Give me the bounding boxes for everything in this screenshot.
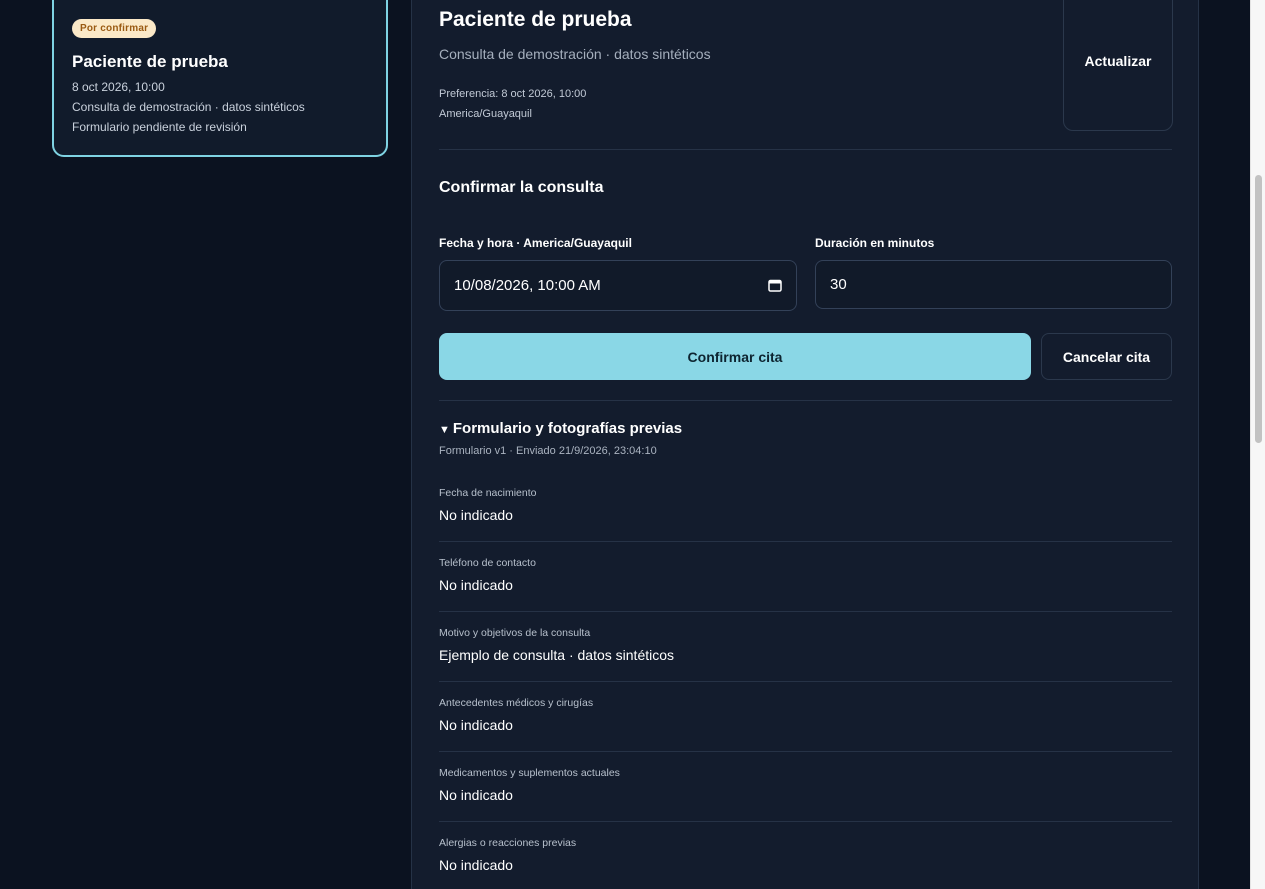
- preference-timezone: America/Guayaquil: [439, 108, 532, 120]
- intake-field-question: Medicamentos y suplementos actuales: [439, 767, 620, 779]
- intake-field-answer: Ejemplo de consulta · datos sintéticos: [439, 647, 675, 663]
- intake-field-question: Teléfono de contacto: [439, 557, 536, 569]
- intake-field-answer: No indicado: [439, 577, 513, 593]
- divider: [439, 681, 1172, 682]
- divider: [439, 821, 1172, 822]
- page-scrollbar[interactable]: [1250, 0, 1265, 889]
- status-badge: Por confirmar: [72, 19, 157, 38]
- divider: [439, 611, 1172, 612]
- intake-field-question: Motivo y objetivos de la consulta: [439, 627, 591, 639]
- intake-summary-title: Formulario y fotografías previas: [452, 420, 683, 437]
- intake-meta: Formulario v1 · Enviado 21/9/2026, 23:04…: [439, 445, 657, 457]
- appointment-service: Consulta de demostración · datos sintéti…: [72, 100, 305, 114]
- datetime-input[interactable]: 10/08/2026, 10:00 AM: [439, 260, 797, 311]
- confirm-heading: Confirmar la consulta: [439, 179, 604, 196]
- divider: [439, 751, 1172, 752]
- preference-info: Preferencia: 8 oct 2026, 10:00 America/G…: [439, 84, 586, 124]
- divider: [439, 149, 1172, 150]
- triangle-down-icon: ▼: [439, 424, 450, 436]
- calendar-icon[interactable]: [768, 279, 782, 292]
- divider: [439, 400, 1172, 401]
- intake-field-answer: No indicado: [439, 717, 513, 733]
- datetime-value: 10/08/2026, 10:00 AM: [454, 277, 601, 294]
- intake-field: Antecedentes médicos y cirugías No indic…: [439, 697, 1172, 733]
- appointment-card[interactable]: Por confirmar Paciente de prueba 8 oct 2…: [52, 0, 388, 157]
- intake-field: Alergias o reacciones previas No indicad…: [439, 837, 1172, 873]
- appointment-form-status: Formulario pendiente de revisión: [72, 120, 247, 134]
- intake-field-question: Fecha de nacimiento: [439, 487, 537, 499]
- confirm-appointment-button[interactable]: Confirmar cita: [439, 333, 1031, 380]
- intake-field-answer: No indicado: [439, 857, 513, 873]
- intake-field-question: Antecedentes médicos y cirugías: [439, 697, 594, 709]
- page-title: Paciente de prueba: [439, 8, 632, 31]
- duration-label: Duración en minutos: [815, 236, 935, 250]
- refresh-button[interactable]: Actualizar: [1063, 0, 1173, 131]
- preference-datetime: Preferencia: 8 oct 2026, 10:00: [439, 88, 587, 100]
- intake-field: Medicamentos y suplementos actuales No i…: [439, 767, 1172, 803]
- datetime-label: Fecha y hora · America/Guayaquil: [439, 236, 632, 250]
- cancel-appointment-button[interactable]: Cancelar cita: [1041, 333, 1172, 380]
- appointment-detail-panel: Paciente de prueba Consulta de demostrac…: [411, 0, 1199, 889]
- intake-summary-toggle[interactable]: ▼ Formulario y fotografías previas: [439, 420, 682, 437]
- appointment-datetime: 8 oct 2026, 10:00: [72, 80, 165, 94]
- duration-input[interactable]: 30: [815, 260, 1172, 309]
- scrollbar-thumb[interactable]: [1255, 175, 1262, 443]
- intake-field-answer: No indicado: [439, 787, 513, 803]
- intake-field-answer: No indicado: [439, 507, 513, 523]
- divider: [439, 541, 1172, 542]
- service-subtitle: Consulta de demostración · datos sintéti…: [439, 46, 711, 62]
- intake-field: Fecha de nacimiento No indicado: [439, 487, 1172, 523]
- intake-field-question: Alergias o reacciones previas: [439, 837, 577, 849]
- duration-value: 30: [830, 276, 847, 293]
- appointment-patient-name: Paciente de prueba: [72, 52, 228, 71]
- intake-field: Teléfono de contacto No indicado: [439, 557, 1172, 593]
- intake-field: Motivo y objetivos de la consulta Ejempl…: [439, 627, 1172, 663]
